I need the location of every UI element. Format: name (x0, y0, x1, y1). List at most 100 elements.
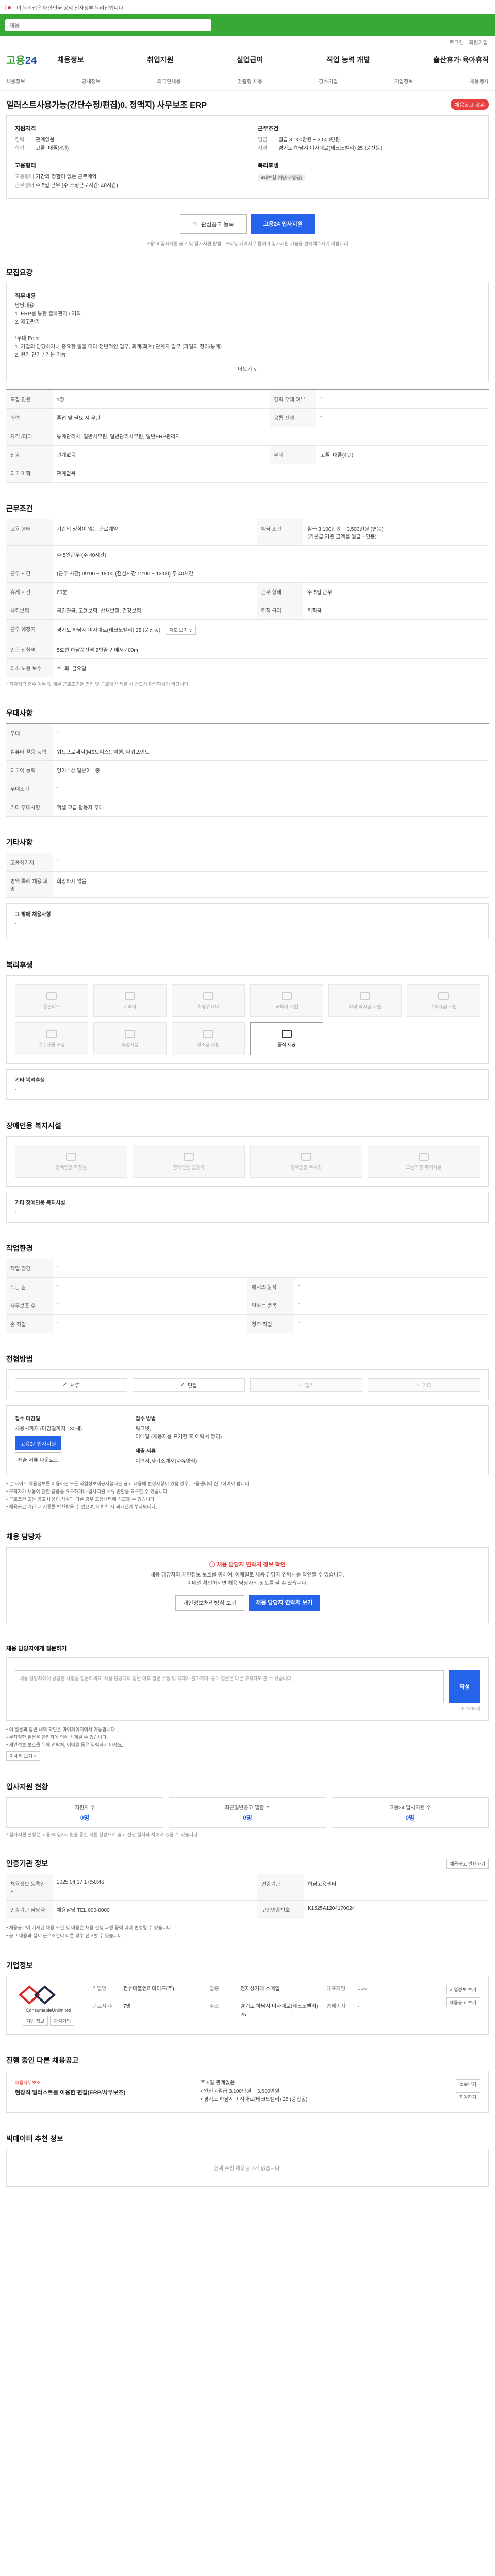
site-logo[interactable]: 고용24 (6, 52, 37, 67)
table-cell: 고졸~대졸(4년) (316, 445, 489, 464)
company-btn-1[interactable]: 관심기업 (50, 2016, 75, 2026)
qa-policy-link[interactable]: 자세히 보기 > (6, 1751, 40, 1761)
company-value: 경기도 하남시 미사대로(테크노밸리) 25 (240, 2003, 318, 2018)
welfare-item-4: 자녀 학자금 지원 (328, 984, 402, 1017)
wish-button[interactable]: ♡ 관심공고 등록 (180, 214, 247, 234)
facility-icon (419, 1152, 429, 1161)
summary-value: 고졸~대졸(4년) (36, 146, 69, 151)
summary-value: 경기도 하남시 미사대로(테크노밸리) 25 (풍산동) (278, 146, 383, 151)
summary-value: 관계없음 (36, 137, 55, 143)
welfare-item-8: 경조금 지원 (172, 1022, 245, 1055)
check-icon: ○ (298, 1382, 302, 1388)
more-link[interactable]: 더보기 ∨ (15, 365, 480, 372)
welfare-label: 경조금 지원 (197, 1042, 220, 1047)
table-cell: 2025.04.17 17:50:46 (53, 1874, 258, 1901)
table-header-cell: 외국어 능력 (6, 760, 53, 779)
gnb-item-1[interactable]: 취업지원 (147, 55, 174, 65)
disability-extra: 기타 장애인용 복지시설 - (6, 1192, 489, 1223)
lnb-item-6[interactable]: 채용행사 (470, 77, 489, 85)
gnb-menu: 채용정보 취업지원 실업급여 직업 능력 개발 출산휴가·육아휴직 (57, 55, 489, 65)
facility-icon (66, 1152, 76, 1161)
privacy-button[interactable]: 개인정보처리방침 보기 (175, 1595, 244, 1611)
recommend-title[interactable]: 현장직 일러스트를 이용한 편집(ERP/사무보조) (15, 2088, 190, 2096)
method-note: • 채용공고 기간 내 서류를 반환받을 수 있으며, 미반환 시 과태료가 부… (6, 1504, 157, 1510)
search-input[interactable]: 채용 (5, 19, 211, 31)
facility-icon (301, 1152, 311, 1161)
gnb-item-3[interactable]: 직업 능력 개발 (326, 55, 370, 65)
company-side-btn-1[interactable]: 채용공고 보기 (446, 1997, 480, 2007)
lnb-item-1[interactable]: 공채정보 (81, 77, 101, 85)
recommend-left: 채용사무보조 현장직 일러스트를 이용한 편집(ERP/사무보조) (15, 2079, 190, 2104)
method-item-1: ✓ 면접 (133, 1378, 245, 1392)
qa-textarea[interactable]: 채용 담당자에게 궁금한 사항을 질문하세요. 채용 담당자의 답변 이후 질문… (15, 1670, 444, 1703)
lnb-item-0[interactable]: 채용정보 (6, 77, 25, 85)
lnb-item-2[interactable]: 외국인채용 (157, 77, 181, 85)
table-row: 사회보험 국민연금, 고용보험, 산재보험, 건강보험 퇴직 급여 퇴직금 (6, 601, 489, 620)
gnb-item-2[interactable]: 실업급여 (237, 55, 263, 65)
welfare-icon (203, 991, 213, 1000)
table-header-cell: 사회보험 (6, 601, 53, 620)
way-block: 접수 방법 워크넷, 이메일 (채용자를 표기한 후 이력서 정리) 제출 서류 … (136, 1414, 248, 1466)
company-logo-text: ConsumableUnlimited (25, 2008, 72, 2013)
recommend-btn-0[interactable]: 목록보기 (455, 2079, 480, 2089)
table-cell: 기간의 정함이 없는 근로계약 (53, 519, 257, 546)
title-row: 일러스트사용가능(간단수정/편집)0, 정액지) 사무보조 ERP 채용공고 공… (6, 98, 489, 110)
table-header-cell: 손 작업 (6, 1314, 53, 1333)
procedure-apply-button[interactable]: 고용24 입사지원 (15, 1436, 61, 1450)
company-value: 전자상거래 소매업 (240, 1986, 280, 1992)
qa-note: • 개인정보 보호를 위해 연락처, 이메일 등은 입력하지 마세요. (6, 1742, 123, 1748)
table-row: 병역 특례 채용 희망 희망하지 않음 (6, 871, 489, 898)
recommend-btn-1[interactable]: 지원하기 (455, 2092, 480, 2102)
table-header-cell: 우대 (6, 723, 53, 742)
stat-label: 고용24 입사지원 수 (389, 1805, 431, 1811)
share-button[interactable]: 채용공고 공유 (451, 98, 489, 110)
company-box: ConsumableUnlimited 기업 정보 관심기업 기업명 컨슈머블언리미… (6, 1976, 489, 2035)
qa-note: • 이 질문과 답변 내역 확인은 마이페이지에서 가능합니다. (6, 1727, 117, 1732)
table-header-cell: 전공 (6, 445, 53, 464)
recommend-line: • 일일 • 월급 3,100만원 ~ 3,500만원 (201, 2089, 280, 2094)
table-cell: 경기도 하남시 미사대로(테크노밸리) 25 (풍산동) 지도 보기 ∨ (53, 619, 489, 640)
disability-grid: 장애인용 화장실 장애인용 승강기 장애인용 주차장 그룹가정 복리시설 (6, 1136, 489, 1187)
company-value: - (357, 2003, 359, 2009)
search-bar: 채용 (0, 14, 495, 36)
global-nav: 고용24 채용정보 취업지원 실업급여 직업 능력 개발 출산휴가·육아휴직 (0, 47, 495, 72)
qa-submit-button[interactable]: 작성 (449, 1670, 480, 1703)
table-row: 우대 - (6, 723, 489, 742)
gnb-item-4[interactable]: 출산휴가·육아휴직 (433, 55, 489, 65)
section-disability-title: 장애인용 복지시설 (6, 1122, 61, 1130)
print-button[interactable]: 채용공고 인쇄하기 (446, 1859, 489, 1869)
table-cell: - (316, 408, 489, 427)
section-posting-title: 인증기관 정보 (6, 1859, 48, 1868)
posting-note: • 공고 내용과 실제 근로조건이 다른 경우 신고할 수 있습니다. (6, 1933, 123, 1938)
table-header-cell: 최소 노동 보수 (6, 658, 53, 677)
company-key: 홈페이지 (326, 2003, 346, 2009)
description-line: 2. 원가 단가 / 기본 기능 (15, 352, 66, 358)
welfare-icon (203, 1029, 213, 1038)
table-row: 최소 노동 보수 수, 퇴, 금요일 (6, 658, 489, 677)
table-row: 손 작업 - 청각 작업 - (6, 1314, 489, 1333)
join-link[interactable]: 회원가입 (469, 38, 488, 46)
summary-key: 임금 (258, 137, 268, 143)
table-header-cell: 인증기관 담당자 (6, 1900, 53, 1919)
login-link[interactable]: 로그인 (450, 38, 464, 46)
company-btn-0[interactable]: 기업 정보 (22, 2016, 48, 2026)
environment-table: 작업 환경 - 드는 힘 - 에서의 동작 - 사무보조 수 - 일하는 품목 - 손 작업 - 청각 … (6, 1259, 489, 1333)
table-row: 고용허가제 - (6, 853, 489, 872)
section-prefer-title: 우대사항 (6, 709, 33, 717)
etc-extra: 그 밖에 채용사항 - (6, 903, 489, 939)
welfare-item-6: 우수사원 포상 (15, 1022, 88, 1055)
contact-view-button[interactable]: 채용 담당자 연락처 보기 (248, 1595, 320, 1611)
lnb-item-3[interactable]: 맞춤형 채용 (237, 77, 262, 85)
map-button[interactable]: 지도 보기 ∨ (166, 625, 196, 635)
gnb-item-0[interactable]: 채용정보 (57, 55, 84, 65)
lnb-item-5[interactable]: 기업정보 (394, 77, 414, 85)
method-label: 기타 (422, 1383, 432, 1389)
lnb-item-4[interactable]: 강소기업 (319, 77, 338, 85)
table-cell: 희망하지 않음 (53, 871, 489, 898)
apply-button[interactable]: 고용24 입사지원 (251, 214, 315, 234)
welfare-icon (125, 1029, 135, 1038)
disability-item-1: 장애인용 승강기 (133, 1145, 245, 1178)
company-side-btn-0[interactable]: 기업정보 보기 (446, 1985, 480, 1994)
doc-download-button[interactable]: 제출 서류 다운로드 (15, 1452, 61, 1466)
company-row: 홈페이지 - (327, 2002, 436, 2026)
